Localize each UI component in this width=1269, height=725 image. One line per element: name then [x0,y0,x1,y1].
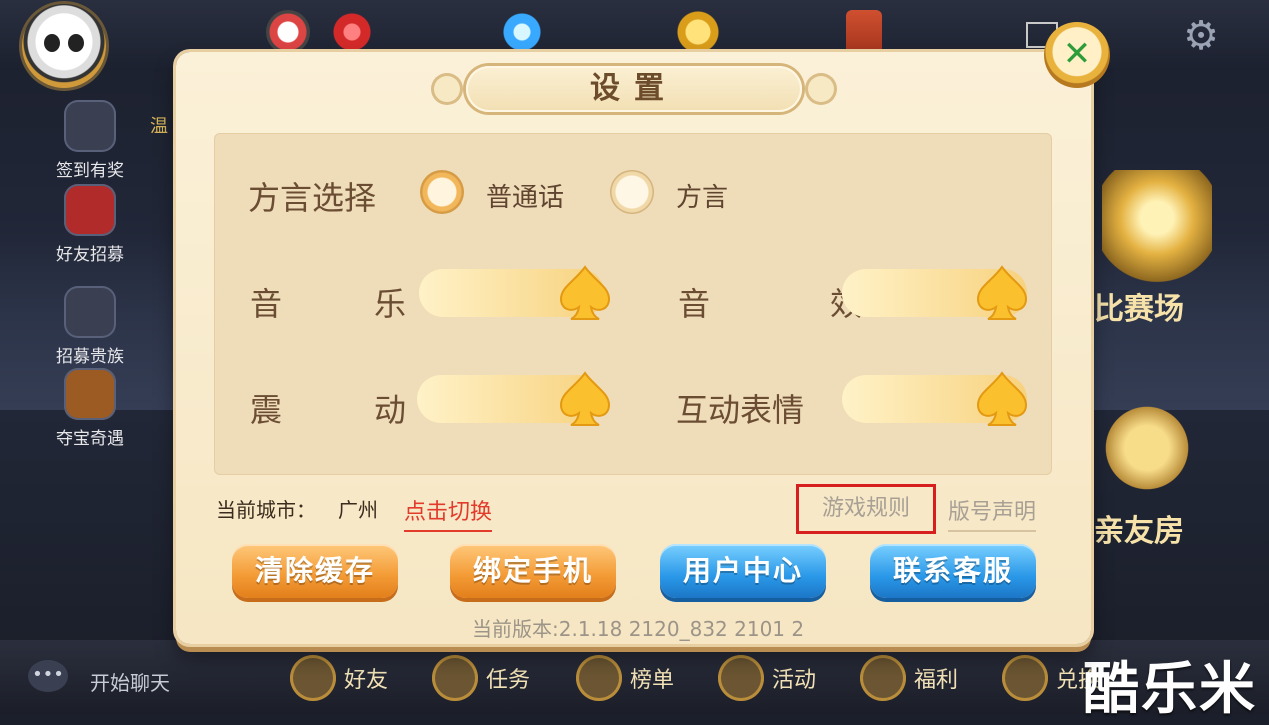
spade-thumb-icon[interactable] [559,265,611,321]
match-hall-label[interactable]: 比赛场 [1094,284,1184,328]
left-menu-label: 夺宝奇遇 [56,429,124,449]
left-menu-label: 招募贵族 [56,347,124,367]
calendar-check-icon [64,100,116,152]
nav-label: 榜单 [630,668,675,693]
nav-label: 好友 [344,668,389,693]
left-menu-signin[interactable]: 签到有奖 [40,100,140,181]
music-slider[interactable] [419,265,611,320]
chat-label[interactable]: 开始聊天 [90,667,170,696]
radio-dialect[interactable] [610,170,654,214]
gold-coin-icon[interactable] [676,10,720,54]
settings-panel: 方言选择 普通话 方言 音 乐 音 效 震 动 互动表情 [214,133,1052,475]
contact-service-button[interactable]: 联系客服 [870,544,1036,598]
nav-tasks[interactable]: 任务 [432,648,530,708]
watermark: 酷乐米 [1083,657,1257,722]
friends-icon [290,655,336,701]
emote-slider[interactable] [842,371,1028,426]
version-statement-link[interactable]: 版号声明 [948,494,1037,532]
diamond-icon[interactable] [500,10,544,54]
game-rules-link[interactable]: 游戏规则 [796,484,936,534]
sfx-slider[interactable] [842,265,1028,320]
close-button[interactable]: ✕ [1044,22,1110,88]
exchange-icon [1002,655,1048,701]
dialog-title: 设置 [590,71,678,106]
handshake-icon [64,286,116,338]
emote-label: 互动表情 [676,391,805,429]
music-label: 音 乐 [250,285,437,323]
nav-label: 任务 [486,668,531,693]
nav-activity[interactable]: 活动 [718,648,816,708]
radio-dialect-label[interactable]: 方言 [676,177,728,214]
title-ornament-left [434,76,460,102]
teapot-icon[interactable] [1092,398,1202,498]
panda-avatar[interactable] [22,4,106,88]
version-text: 当前版本:2.1.18 2120_832 2101 2 [472,617,805,641]
ranking-icon [576,655,622,701]
current-city-prefix: 当前城市： [216,498,316,522]
spade-thumb-icon[interactable] [559,371,611,427]
friend-room-label[interactable]: 亲友房 [1094,506,1184,550]
task-icon [432,655,478,701]
nav-friends[interactable]: 好友 [290,648,388,708]
dialect-label: 方言选择 [248,179,377,217]
vibration-slider[interactable] [417,371,611,426]
left-menu-label: 签到有奖 [56,161,124,181]
mahjong-tile-icon[interactable] [846,10,882,54]
spade-thumb-icon[interactable] [976,371,1028,427]
user-center-button[interactable]: 用户中心 [660,544,826,598]
title-plaque: 设置 [466,66,802,112]
nav-label: 福利 [914,668,959,693]
nav-welfare[interactable]: 福利 [860,648,958,708]
left-menu-noble[interactable]: 招募贵族 [40,286,140,367]
activity-icon [718,655,764,701]
switch-city-link[interactable]: 点击切换 [404,494,493,532]
clear-cache-button[interactable]: 清除缓存 [232,544,398,598]
gear-icon[interactable]: ⚙ [1179,14,1223,58]
title-ornament-right [808,76,834,102]
red-envelope-icon [64,184,116,236]
settings-dialog: 设置 方言选择 普通话 方言 音 乐 音 效 震 动 互动表情 当前城市： 广州… [176,52,1091,644]
chat-icon[interactable]: ••• [28,660,68,692]
vibration-label: 震 动 [250,391,437,429]
side-text: 温 [150,116,168,137]
nav-label: 活动 [772,668,817,693]
left-menu-invite[interactable]: 好友招募 [40,184,140,265]
left-menu-label: 好友招募 [56,245,124,265]
left-menu-treasure[interactable]: 夺宝奇遇 [40,368,140,449]
gift-icon [860,655,906,701]
radio-mandarin-label[interactable]: 普通话 [486,177,564,214]
bind-phone-button[interactable]: 绑定手机 [450,544,616,598]
treasure-chest-icon [64,368,116,420]
spade-thumb-icon[interactable] [976,265,1028,321]
current-city-name: 广州 [338,498,378,522]
trophy-icon[interactable] [1102,170,1212,290]
red-gem-icon[interactable] [330,10,374,54]
nav-ranking[interactable]: 榜单 [576,648,674,708]
radio-mandarin[interactable] [420,170,464,214]
fortune-doll-icon[interactable] [266,10,310,54]
